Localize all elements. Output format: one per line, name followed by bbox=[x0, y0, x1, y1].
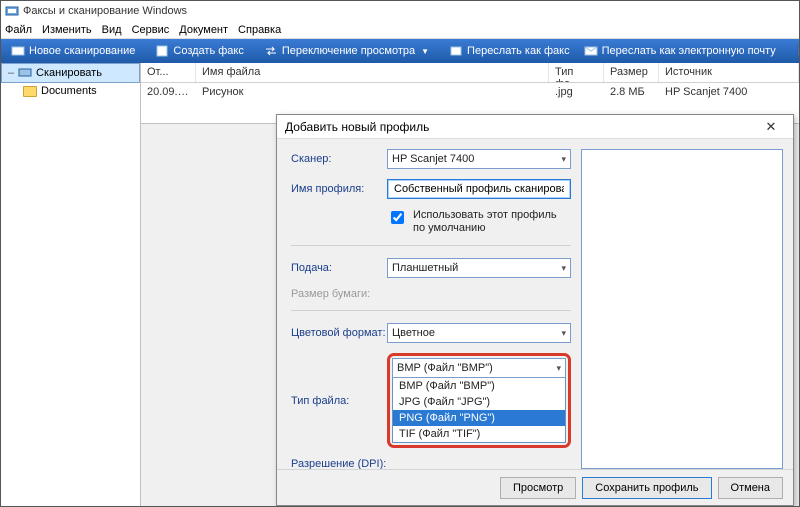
dialog-footer: Просмотр Сохранить профиль Отмена bbox=[277, 469, 793, 505]
folder-icon bbox=[23, 86, 37, 97]
dialog-body: Сканер: HP Scanjet 7400 ▾ Имя профиля: bbox=[277, 139, 793, 469]
filetype-dropdown: BMP (Файл "BMP") JPG (Файл "JPG") PNG (Ф… bbox=[392, 378, 566, 443]
profile-name-field[interactable] bbox=[392, 182, 566, 196]
feed-value: Планшетный bbox=[392, 262, 458, 274]
menu-service[interactable]: Сервис bbox=[132, 24, 170, 36]
preview-button[interactable]: Просмотр bbox=[500, 477, 576, 499]
filetype-option-bmp[interactable]: BMP (Файл "BMP") bbox=[393, 378, 565, 394]
color-value: Цветное bbox=[392, 327, 435, 339]
default-profile-label: Использовать этот профиль по умолчанию bbox=[413, 209, 571, 235]
filetype-highlight: BMP (Файл "BMP") ▾ BMP (Файл "BMP") JPG … bbox=[387, 353, 571, 448]
default-profile-chk[interactable] bbox=[391, 211, 404, 224]
scan-icon bbox=[11, 44, 25, 58]
divider bbox=[291, 310, 571, 311]
titlebar: Факсы и сканирование Windows bbox=[1, 1, 799, 21]
app-window: Факсы и сканирование Windows Файл Измени… bbox=[0, 0, 800, 507]
cell-size: 2.8 МБ bbox=[604, 83, 659, 101]
tree-item-label: Documents bbox=[41, 85, 97, 97]
label-color: Цветовой формат: bbox=[291, 327, 387, 339]
list-row[interactable]: 20.09.202... Рисунок .jpg 2.8 МБ HP Scan… bbox=[141, 83, 799, 101]
col-size[interactable]: Размер bbox=[604, 63, 659, 82]
switch-view-button[interactable]: Переключение просмотра ▼ bbox=[258, 42, 435, 60]
list-header: От... Имя файла Тип фа... Размер Источни… bbox=[141, 63, 799, 83]
chevron-down-icon: ▾ bbox=[556, 363, 561, 374]
new-fax-label: Создать факс bbox=[173, 45, 243, 57]
label-profile-name: Имя профиля: bbox=[291, 183, 387, 195]
preview-area bbox=[581, 149, 783, 469]
app-title: Факсы и сканирование Windows bbox=[23, 5, 187, 17]
sidebar: – Сканировать Documents bbox=[1, 63, 141, 506]
new-fax-button[interactable]: Создать факс bbox=[149, 42, 249, 60]
col-type[interactable]: Тип фа... bbox=[549, 63, 604, 82]
filetype-combo[interactable]: BMP (Файл "BMP") ▾ bbox=[392, 358, 566, 378]
filetype-value: BMP (Файл "BMP") bbox=[397, 362, 493, 374]
cell-source: HP Scanjet 7400 bbox=[659, 83, 799, 101]
color-combo[interactable]: Цветное ▾ bbox=[387, 323, 571, 343]
col-name[interactable]: Имя файла bbox=[196, 63, 549, 82]
scanner-value: HP Scanjet 7400 bbox=[392, 153, 474, 165]
col-from[interactable]: От... bbox=[141, 63, 196, 82]
forward-email-button[interactable]: Переслать как электронную почту bbox=[578, 42, 782, 60]
label-scanner: Сканер: bbox=[291, 153, 387, 165]
scanner-combo[interactable]: HP Scanjet 7400 ▾ bbox=[387, 149, 571, 169]
divider bbox=[291, 245, 571, 246]
menu-help[interactable]: Справка bbox=[238, 24, 281, 36]
tree-root-scan[interactable]: – Сканировать bbox=[1, 63, 140, 83]
forward-fax-icon bbox=[449, 44, 463, 58]
dialog-titlebar: Добавить новый профиль ✕ bbox=[277, 115, 793, 139]
save-as-button[interactable]: Сохранить как... bbox=[790, 42, 800, 60]
menu-document[interactable]: Документ bbox=[179, 24, 228, 36]
app-icon bbox=[5, 4, 19, 18]
dialog-title: Добавить новый профиль bbox=[285, 120, 757, 134]
label-filetype: Тип файла: bbox=[291, 395, 387, 407]
label-dpi: Разрешение (DPI): bbox=[291, 458, 387, 469]
default-profile-checkbox[interactable]: Использовать этот профиль по умолчанию bbox=[387, 209, 571, 235]
save-icon bbox=[796, 44, 800, 58]
filetype-option-png[interactable]: PNG (Файл "PNG") bbox=[393, 410, 565, 426]
menu-view[interactable]: Вид bbox=[102, 24, 122, 36]
swap-icon bbox=[264, 44, 278, 58]
cell-type: .jpg bbox=[549, 83, 604, 101]
filetype-option-jpg[interactable]: JPG (Файл "JPG") bbox=[393, 394, 565, 410]
chevron-down-icon: ▾ bbox=[561, 154, 566, 165]
dialog-close-button[interactable]: ✕ bbox=[757, 117, 785, 137]
cell-from: 20.09.202... bbox=[141, 83, 196, 101]
label-paper: Размер бумаги: bbox=[291, 288, 387, 300]
chevron-down-icon: ▼ bbox=[421, 47, 429, 56]
col-source[interactable]: Источник bbox=[659, 63, 799, 82]
cancel-button[interactable]: Отмена bbox=[718, 477, 783, 499]
new-scan-label: Новое сканирование bbox=[29, 45, 135, 57]
menu-file[interactable]: Файл bbox=[5, 24, 32, 36]
tree-item-documents[interactable]: Documents bbox=[1, 83, 140, 99]
forward-email-label: Переслать как электронную почту bbox=[602, 45, 776, 57]
menubar: Файл Изменить Вид Сервис Документ Справк… bbox=[1, 21, 799, 39]
toolbar: Новое сканирование Создать факс Переключ… bbox=[1, 39, 799, 63]
filetype-option-tif[interactable]: TIF (Файл "TIF") bbox=[393, 426, 565, 442]
email-icon bbox=[584, 44, 598, 58]
tree-root-label: Сканировать bbox=[36, 67, 102, 79]
label-feed: Подача: bbox=[291, 262, 387, 274]
close-icon: ✕ bbox=[766, 119, 777, 135]
profile-name-input[interactable] bbox=[387, 179, 571, 199]
fax-icon bbox=[155, 44, 169, 58]
cell-name: Рисунок bbox=[196, 83, 549, 101]
chevron-down-icon: ▾ bbox=[561, 328, 566, 339]
dialog-form: Сканер: HP Scanjet 7400 ▾ Имя профиля: bbox=[291, 149, 571, 469]
forward-fax-label: Переслать как факс bbox=[467, 45, 570, 57]
add-profile-dialog: Добавить новый профиль ✕ Сканер: HP Scan… bbox=[276, 114, 794, 506]
new-scan-button[interactable]: Новое сканирование bbox=[5, 42, 141, 60]
chevron-down-icon: ▾ bbox=[561, 263, 566, 274]
forward-fax-button[interactable]: Переслать как факс bbox=[443, 42, 576, 60]
switch-view-label: Переключение просмотра bbox=[282, 45, 415, 57]
save-profile-button[interactable]: Сохранить профиль bbox=[582, 477, 711, 499]
collapse-icon[interactable]: – bbox=[6, 67, 16, 79]
menu-edit[interactable]: Изменить bbox=[42, 24, 92, 36]
feed-combo[interactable]: Планшетный ▾ bbox=[387, 258, 571, 278]
scanner-icon bbox=[18, 67, 32, 79]
